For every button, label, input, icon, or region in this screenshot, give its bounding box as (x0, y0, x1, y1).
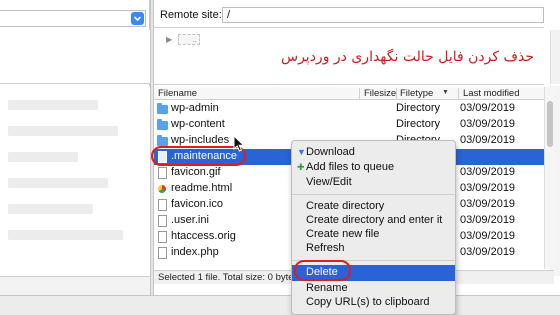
folder-icon (157, 135, 168, 146)
remote-site-label: Remote site: (160, 9, 222, 21)
context-menu: ▼ Download ✚ Add files to queue View/Edi… (291, 140, 456, 315)
menu-item-download[interactable]: ▼ Download (297, 146, 355, 158)
menu-item-label: Rename (306, 282, 348, 294)
menu-item-add-to-queue[interactable]: ✚ Add files to queue (297, 161, 395, 173)
column-filesize[interactable]: Filesize (364, 88, 396, 99)
remote-directory-tree[interactable]: ▶ .. حذف کردن فایل حالت نگهداری در وردپر… (154, 27, 544, 85)
menu-item-label: Add files to queue (306, 161, 395, 173)
file-type: Directory (396, 102, 441, 114)
menu-separator (292, 194, 455, 195)
blurred-entry (8, 126, 118, 136)
menu-item-create-directory-enter[interactable]: Create directory and enter it (306, 214, 442, 226)
file-icon (158, 231, 167, 243)
file-modified: 03/09/2019 (460, 102, 516, 114)
folder-icon (157, 119, 168, 130)
html-file-icon (158, 185, 166, 193)
queue-panel-edge (0, 295, 560, 315)
download-arrow-icon: ▼ (297, 147, 306, 157)
highlight-oval-delete (294, 260, 351, 281)
remote-path-value: / (227, 9, 231, 21)
remote-path-input[interactable]: / (222, 7, 544, 23)
column-divider[interactable] (396, 88, 397, 99)
sort-indicator-icon: ▼ (442, 89, 449, 96)
local-site-select[interactable] (0, 10, 146, 27)
file-modified: 03/09/2019 (460, 230, 516, 242)
expand-arrow-icon[interactable]: ▶ (166, 35, 172, 44)
file-icon (158, 167, 167, 179)
file-icon (158, 215, 167, 227)
blurred-entry (8, 100, 98, 110)
file-modified: 03/09/2019 (460, 166, 516, 178)
menu-item-label: Refresh (306, 242, 345, 254)
parent-folder-icon[interactable]: .. (178, 34, 200, 45)
column-divider[interactable] (359, 88, 360, 99)
column-divider[interactable] (458, 88, 459, 99)
remote-site-bar: Remote site: / (154, 5, 544, 25)
menu-item-rename[interactable]: Rename (306, 282, 348, 294)
column-last-modified[interactable]: Last modified (463, 88, 520, 99)
file-name: wp-content (171, 118, 225, 130)
file-modified: 03/09/2019 (460, 246, 516, 258)
file-list-header: Filename Filesize Filetype ▼ Last modifi… (154, 87, 544, 100)
blurred-entry (8, 230, 123, 240)
column-filetype[interactable]: Filetype (400, 88, 433, 99)
menu-item-label: Create new file (306, 228, 380, 240)
menu-item-create-new-file[interactable]: Create new file (306, 228, 379, 240)
tree-item-label: .. (192, 35, 197, 44)
folder-icon (157, 103, 168, 114)
file-modified: 03/09/2019 (460, 182, 516, 194)
file-modified: 03/09/2019 (460, 118, 516, 130)
mouse-pointer-icon (233, 134, 245, 155)
local-status-bar (0, 276, 150, 295)
blurred-entry (8, 178, 108, 188)
file-modified: 03/09/2019 (460, 214, 516, 226)
column-filename[interactable]: Filename (158, 88, 197, 99)
file-name: wp-admin (171, 102, 219, 114)
local-directory-tree[interactable] (0, 30, 150, 84)
blurred-entry (8, 204, 93, 214)
file-type: Directory (396, 118, 441, 130)
scrollbar-thumb[interactable] (547, 101, 553, 147)
menu-item-label: Copy URL(s) to clipboard (306, 296, 430, 308)
annotation-caption: حذف کردن فایل حالت نگهداری در وردپرس (280, 49, 534, 65)
file-icon (158, 247, 167, 259)
menu-item-refresh[interactable]: Refresh (306, 242, 345, 254)
menu-item-copy-url[interactable]: Copy URL(s) to clipboard (306, 296, 430, 308)
menu-item-view-edit[interactable]: View/Edit (306, 176, 352, 188)
chevron-down-icon[interactable] (131, 12, 144, 25)
status-text: Selected 1 file. Total size: 0 byte (158, 272, 294, 283)
highlight-oval-maintenance (151, 146, 246, 166)
file-icon (158, 199, 167, 211)
table-row[interactable]: wp-admin Directory 03/09/2019 (154, 101, 544, 117)
file-modified: 03/09/2019 (460, 134, 516, 146)
add-queue-icon: ✚ (297, 162, 305, 172)
menu-item-label: Create directory and enter it (306, 214, 443, 226)
menu-item-label: Download (306, 146, 355, 158)
table-row[interactable]: wp-content Directory 03/09/2019 (154, 117, 544, 133)
local-file-list[interactable] (0, 86, 150, 276)
menu-item-create-directory[interactable]: Create directory (306, 200, 384, 212)
blurred-entry (8, 152, 78, 162)
remote-list-scrollbar[interactable] (544, 87, 554, 269)
menu-item-label: View/Edit (306, 176, 352, 188)
local-tree-scrollbar[interactable] (550, 30, 560, 84)
menu-item-label: Create directory (306, 200, 385, 212)
file-modified: 03/09/2019 (460, 198, 516, 210)
